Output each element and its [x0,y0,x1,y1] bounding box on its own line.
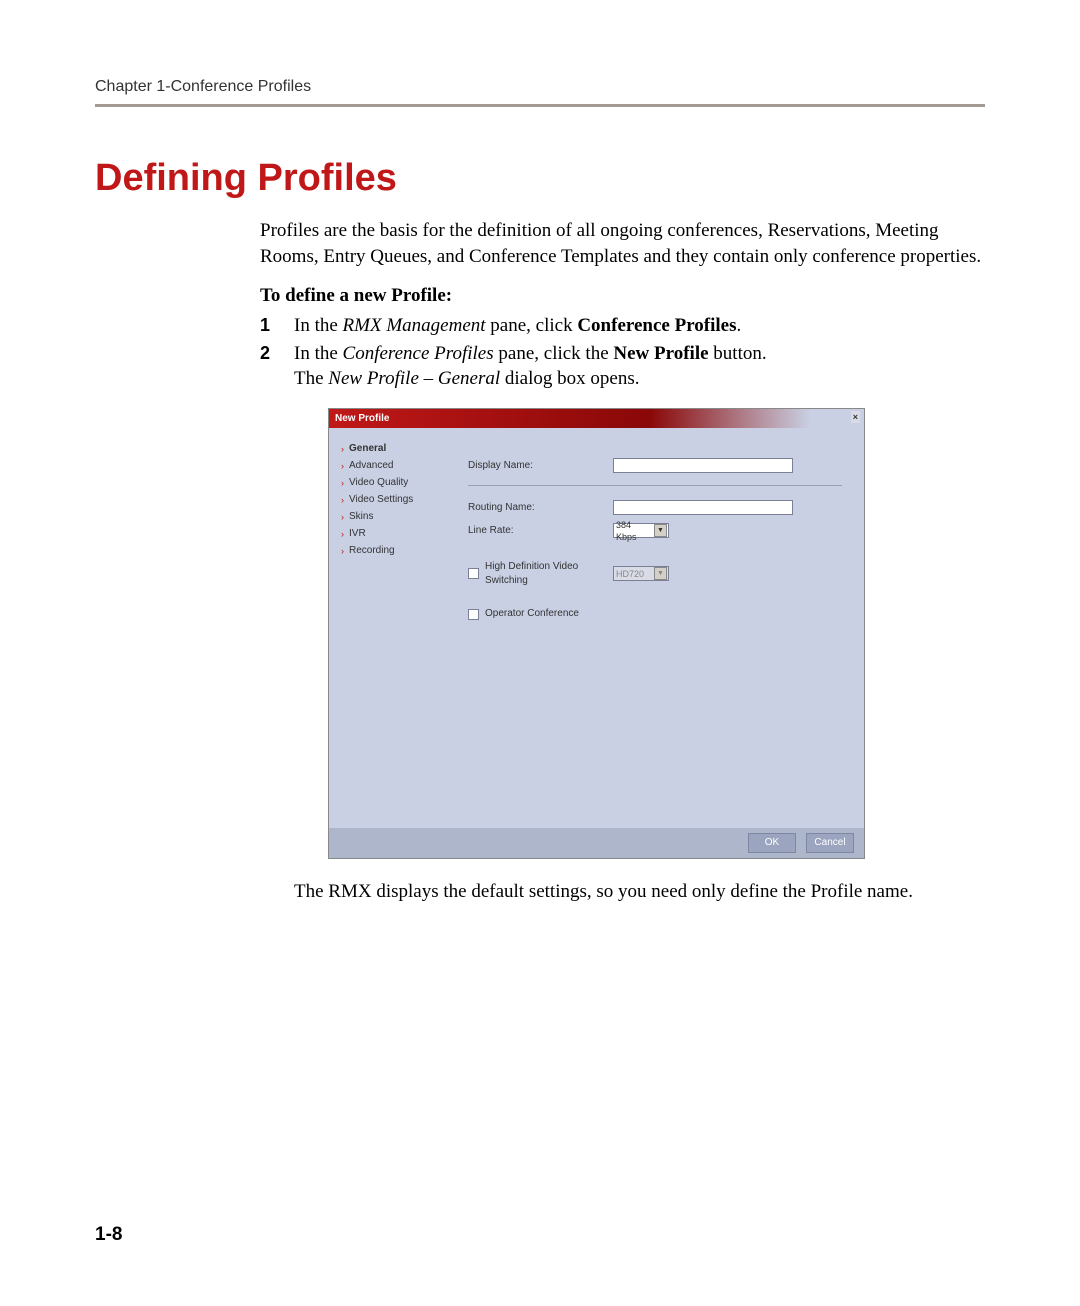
step-1: 1 In the RMX Management pane, click Conf… [260,313,985,339]
sidebar-item-label: Recording [349,544,395,558]
sidebar-item-label: Advanced [349,459,393,473]
dialog-titlebar: New Profile × [329,409,864,429]
text-bold: Conference Profiles [577,315,736,336]
chevron-right-icon: › [341,477,344,490]
step-number: 2 [260,341,294,392]
routing-name-input[interactable] [613,500,793,515]
form-row-operator-conference: Operator Conference [468,607,842,621]
sidebar-item-general[interactable]: › General [341,442,456,456]
hd-resolution-value: HD720 [616,568,644,580]
document-page: Chapter 1-Conference Profiles Defining P… [0,0,1080,1306]
text: The [294,368,328,389]
sidebar-item-label: General [349,442,386,456]
chevron-right-icon: › [341,460,344,473]
new-profile-dialog: New Profile × › General › Advanced › Video … [328,408,865,859]
text-italic: New Profile – General [328,368,500,389]
line-rate-label: Line Rate: [468,524,613,538]
hd-switching-label: High Definition Video Switching [485,560,613,587]
dialog-sidebar: › General › Advanced › Video Quality › Video… [329,428,456,828]
sidebar-item-video-settings[interactable]: › Video Settings [341,493,456,507]
close-icon[interactable]: × [851,411,860,423]
step-number: 1 [260,313,294,339]
page-number: 1-8 [95,1224,122,1246]
header-rule [95,104,985,107]
step-text: In the Conference Profiles pane, click t… [294,341,985,392]
chevron-right-icon: › [341,494,344,507]
chevron-right-icon: › [341,511,344,524]
separator [468,485,842,486]
sidebar-item-label: Video Quality [349,476,408,490]
display-name-input[interactable] [613,458,793,473]
operator-conference-checkbox[interactable] [468,609,479,620]
sidebar-item-label: IVR [349,527,366,541]
text-bold: New Profile [613,343,708,364]
text: dialog box opens. [500,368,639,389]
text: button. [709,343,767,364]
text-italic: Conference Profiles [343,343,494,364]
sidebar-item-skins[interactable]: › Skins [341,510,456,524]
form-row-display-name: Display Name: [468,458,842,473]
dialog-body: › General › Advanced › Video Quality › Video… [329,428,864,828]
text: pane, click [486,315,578,336]
chevron-right-icon: › [341,545,344,558]
text: The RMX displays the default settings, s… [294,879,985,905]
text: In the [294,315,343,336]
procedure-heading: To define a new Profile: [260,283,985,309]
intro-paragraph: Profiles are the basis for the definitio… [260,218,985,269]
after-dialog-paragraph: The RMX displays the default settings, s… [260,879,985,905]
cancel-button[interactable]: Cancel [806,833,854,853]
chevron-down-icon: ▼ [654,567,667,580]
sidebar-item-label: Video Settings [349,493,413,507]
hd-resolution-select: HD720 ▼ [613,566,669,581]
sidebar-item-label: Skins [349,510,373,524]
form-row-line-rate: Line Rate: 384 Kbps ▼ [468,523,842,538]
hd-switching-checkbox[interactable] [468,568,479,579]
body-content: Profiles are the basis for the definitio… [260,218,985,904]
form-row-hd-switching: High Definition Video Switching HD720 ▼ [468,560,842,587]
sidebar-item-advanced[interactable]: › Advanced [341,459,456,473]
text: pane, click the [494,343,614,364]
dialog-footer: OK Cancel [329,828,864,858]
text-italic: RMX Management [343,315,486,336]
dialog-title-text: New Profile [335,413,389,424]
text: . [737,315,742,336]
chevron-down-icon: ▼ [654,524,667,537]
line-rate-value: 384 Kbps [616,519,654,543]
display-name-label: Display Name: [468,459,613,473]
ok-button[interactable]: OK [748,833,796,853]
routing-name-label: Routing Name: [468,501,613,515]
operator-conference-label: Operator Conference [485,607,613,621]
form-row-routing-name: Routing Name: [468,500,842,515]
chevron-right-icon: › [341,443,344,456]
step-text: In the RMX Management pane, click Confer… [294,313,985,339]
step-2: 2 In the Conference Profiles pane, click… [260,341,985,392]
sidebar-item-ivr[interactable]: › IVR [341,527,456,541]
chapter-header: Chapter 1-Conference Profiles [95,78,985,96]
sidebar-item-video-quality[interactable]: › Video Quality [341,476,456,490]
dialog-main: Display Name: Routing Name: Line Rate: 3… [456,428,864,828]
page-title: Defining Profiles [95,157,985,200]
sidebar-item-recording[interactable]: › Recording [341,544,456,558]
chevron-right-icon: › [341,528,344,541]
line-rate-select[interactable]: 384 Kbps ▼ [613,523,669,538]
text: In the [294,343,343,364]
